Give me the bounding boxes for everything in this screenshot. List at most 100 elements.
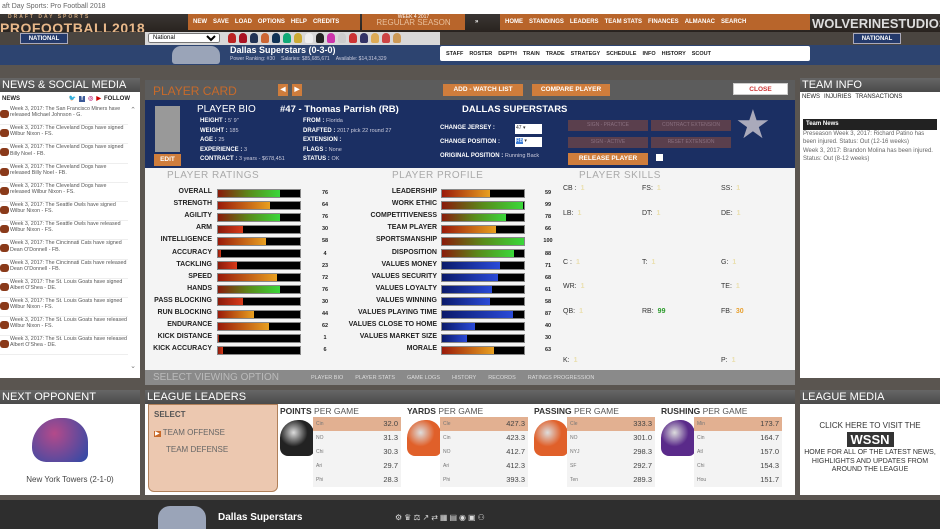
leader-row[interactable]: Min 173.7	[694, 417, 782, 431]
news-item[interactable]: Week 3, 2017: The Cleveland Dogs have si…	[0, 144, 128, 164]
league-media-panel[interactable]: LEAGUE MEDIA CLICK HERE TO VISIT THE WSS…	[800, 390, 940, 495]
team-button-schedule[interactable]: SCHEDULE	[606, 51, 636, 57]
follow-link[interactable]: FOLLOW	[104, 96, 130, 102]
news-item[interactable]: Week 3, 2017: The Seattle Owls have sign…	[0, 202, 128, 222]
leader-row[interactable]: Atl 157.0	[694, 445, 782, 459]
team-helmet-icon[interactable]	[261, 33, 269, 43]
nav-search[interactable]: SEARCH	[721, 19, 746, 25]
leader-row[interactable]: Ten 289.3	[567, 473, 655, 487]
next-player-button[interactable]: ▶	[292, 84, 302, 96]
menu-save[interactable]: SAVE	[213, 19, 229, 25]
team-helmet-icon[interactable]	[294, 33, 302, 43]
view-option-records[interactable]: RECORDS	[488, 375, 516, 381]
prev-player-button[interactable]: ◀	[278, 84, 288, 96]
team-helmet-icon[interactable]	[250, 33, 258, 43]
sign-active-button[interactable]: SIGN - ACTIVE	[568, 137, 648, 148]
news-item[interactable]: Week 3, 2017: The Cleveland Dogs have si…	[0, 125, 128, 145]
menu-load[interactable]: LOAD	[235, 19, 252, 25]
news-item[interactable]: Week 3, 2017: The St. Louis Goats have s…	[0, 298, 128, 318]
reset-extension-button[interactable]: RESET EXTENSION	[651, 137, 731, 148]
leader-row[interactable]: Cin 423.3	[440, 431, 528, 445]
leader-row[interactable]: Hou 151.7	[694, 473, 782, 487]
team-helmet-icon[interactable]	[327, 33, 335, 43]
news-item[interactable]: Week 3, 2017: The San Francisco Miners h…	[0, 106, 128, 126]
leader-row[interactable]: Cle 427.3	[440, 417, 528, 431]
nav-leaders[interactable]: LEADERS	[570, 19, 599, 25]
team-helmet-icon[interactable]	[239, 33, 247, 43]
footer-team-icons[interactable]: ⚙♛⚖↗⇄▦▤◉▣⚇	[395, 513, 487, 522]
compare-player-button[interactable]: COMPARE PLAYER	[532, 84, 610, 96]
team-helmet-icon[interactable]	[228, 33, 236, 43]
leader-row[interactable]: NO 301.0	[567, 431, 655, 445]
team-button-staff[interactable]: STAFF	[446, 51, 463, 57]
team-button-info[interactable]: INFO	[642, 51, 655, 57]
nav-almanac[interactable]: ALMANAC	[685, 19, 715, 25]
leader-row[interactable]: Ari 412.3	[440, 459, 528, 473]
team-button-history[interactable]: HISTORY	[662, 51, 686, 57]
news-tab[interactable]: NEWS	[2, 96, 20, 102]
leader-row[interactable]: NO 31.3	[313, 431, 401, 445]
nav-finances[interactable]: FINANCES	[648, 19, 679, 25]
leader-row[interactable]: Chi 30.3	[313, 445, 401, 459]
tab-news[interactable]: NEWS	[802, 94, 820, 100]
leader-row[interactable]: SF 292.7	[567, 459, 655, 473]
position-select[interactable]: RB ▾	[515, 137, 542, 147]
option-team-offense[interactable]: ▶ TEAM OFFENSE	[154, 428, 272, 437]
option-team-defense[interactable]: TEAM DEFENSE	[166, 445, 272, 454]
view-option-game-logs[interactable]: GAME LOGS	[407, 375, 440, 381]
jersey-select[interactable]: 47 ▾	[515, 124, 542, 134]
leader-row[interactable]: Ari 29.7	[313, 459, 401, 473]
news-item[interactable]: Week 3, 2017: The Cincinnati Cats have r…	[0, 260, 128, 279]
tab-transactions[interactable]: TRANSACTIONS	[855, 94, 902, 100]
team-helmet-icon[interactable]	[305, 33, 313, 43]
news-scrollbar[interactable]: ⌃ ⌄	[128, 106, 138, 374]
team-button-scout[interactable]: SCOUT	[692, 51, 711, 57]
news-item[interactable]: Week 3, 2017: The Cincinnati Cats have s…	[0, 240, 128, 260]
checkbox[interactable]	[656, 154, 663, 161]
news-item[interactable]: Week 3, 2017: The St. Louis Goats have s…	[0, 279, 128, 298]
leader-row[interactable]: Cin 32.0	[313, 417, 401, 431]
conference-select[interactable]: National	[148, 33, 220, 43]
edit-button[interactable]: EDIT	[154, 154, 181, 166]
sign-practice-button[interactable]: SIGN - PRACTICE	[568, 120, 648, 131]
leader-row[interactable]: NYJ 298.3	[567, 445, 655, 459]
nav-standings[interactable]: STANDINGS	[529, 19, 564, 25]
news-item[interactable]: Week 3, 2017: The Cleveland Dogs have re…	[0, 183, 128, 202]
menu-credits[interactable]: CREDITS	[313, 19, 339, 25]
twitter-icon[interactable]: 🐦	[69, 95, 76, 102]
menu-options[interactable]: OPTIONS	[258, 19, 285, 25]
team-helmet-icon[interactable]	[283, 33, 291, 43]
leader-row[interactable]: Chi 154.3	[694, 459, 782, 473]
view-option-player-bio[interactable]: PLAYER BIO	[311, 375, 343, 381]
close-button[interactable]: CLOSE	[733, 83, 788, 95]
news-item[interactable]: Week 3, 2017: The Seattle Owls have rele…	[0, 221, 128, 241]
team-helmet-icon[interactable]	[382, 33, 390, 43]
team-helmet-icon[interactable]	[338, 33, 346, 43]
contract-extension-button[interactable]: CONTRACT EXTENSION	[651, 120, 731, 131]
opponent-name[interactable]: New York Towers (2-1-0)	[0, 475, 140, 484]
leader-row[interactable]: Phi 393.3	[440, 473, 528, 487]
team-helmet-icon[interactable]	[316, 33, 324, 43]
team-helmet-icon[interactable]	[393, 33, 401, 43]
leader-row[interactable]: NO 412.7	[440, 445, 528, 459]
release-player-button[interactable]: RELEASE PLAYER	[568, 153, 648, 165]
team-helmet-icon[interactable]	[360, 33, 368, 43]
view-option-history[interactable]: HISTORY	[452, 375, 476, 381]
view-option-player-stats[interactable]: PLAYER STATS	[355, 375, 395, 381]
team-button-roster[interactable]: ROSTER	[469, 51, 492, 57]
team-button-depth[interactable]: DEPTH	[498, 51, 517, 57]
nav-home[interactable]: HOME	[505, 19, 523, 25]
team-helmet-icon[interactable]	[272, 33, 280, 43]
leader-row[interactable]: Phi 28.3	[313, 473, 401, 487]
view-option-ratings-progression[interactable]: RATINGS PROGRESSION	[528, 375, 595, 381]
team-button-train[interactable]: TRAIN	[523, 51, 540, 57]
advance-icon[interactable]: »	[470, 14, 488, 30]
news-item[interactable]: Week 3, 2017: The Cleveland Dogs have re…	[0, 164, 128, 183]
news-item[interactable]: Week 3, 2017: The St. Louis Goats have r…	[0, 336, 128, 356]
instagram-icon[interactable]: ◎	[88, 95, 93, 102]
menu-new[interactable]: NEW	[193, 19, 207, 25]
facebook-icon[interactable]: f	[79, 95, 86, 102]
leader-row[interactable]: Cle 333.3	[567, 417, 655, 431]
tab-injuries[interactable]: INJURIES	[824, 94, 851, 100]
menu-help[interactable]: HELP	[291, 19, 307, 25]
